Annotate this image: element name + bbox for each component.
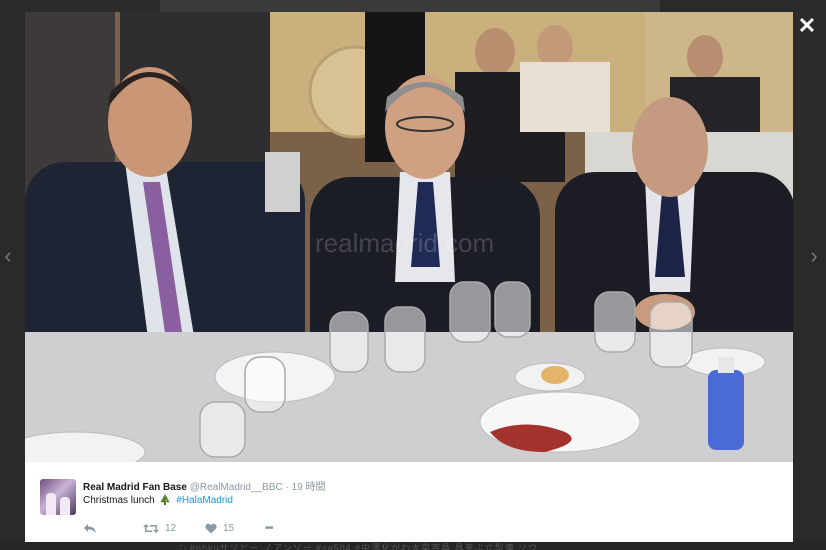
retweet-count: 12 <box>165 523 177 534</box>
tweet-timestamp[interactable]: 19 時間 <box>292 482 326 493</box>
background-page-text: □ #nbkuサソヒー ノアンソー #sa504 #中澤化がわ大菜吉昌 具来ぶ立… <box>0 541 826 550</box>
tweet-card: Real Madrid Fan Base @RealMadrid__BBC · … <box>25 462 793 542</box>
reply-button[interactable] <box>83 523 97 534</box>
like-count: 15 <box>223 523 235 534</box>
avatar[interactable] <box>40 479 76 515</box>
media-modal: realmadrid.com Real Madrid Fan Base @Rea… <box>25 12 793 542</box>
more-options-button[interactable]: ••• <box>265 523 273 534</box>
retweet-icon <box>143 524 159 533</box>
display-name[interactable]: Real Madrid Fan Base <box>83 482 187 493</box>
tweet-text-content: Christmas lunch <box>83 495 155 506</box>
christmas-tree-icon <box>160 494 171 505</box>
hashtag-link[interactable]: #HalaMadrid <box>176 495 233 506</box>
heart-icon <box>205 523 217 534</box>
more-options-icon: ••• <box>265 523 273 534</box>
user-handle[interactable]: @RealMadrid__BBC <box>190 482 283 493</box>
close-icon[interactable]: ✕ <box>797 15 817 37</box>
tweet-photo: realmadrid.com <box>25 12 793 462</box>
reply-icon <box>84 524 96 533</box>
previous-arrow-icon[interactable]: ‹ <box>0 243 16 269</box>
photo-watermark: realmadrid.com <box>315 228 494 258</box>
tweet-text: Christmas lunch #HalaMadrid <box>83 494 233 506</box>
separator: · <box>285 482 289 493</box>
tweet-header: Real Madrid Fan Base @RealMadrid__BBC · … <box>83 478 325 493</box>
next-arrow-icon[interactable]: › <box>806 243 822 269</box>
like-button[interactable]: 15 <box>205 523 234 534</box>
retweet-button[interactable]: 12 <box>143 523 176 534</box>
background-page-strip <box>160 0 660 12</box>
